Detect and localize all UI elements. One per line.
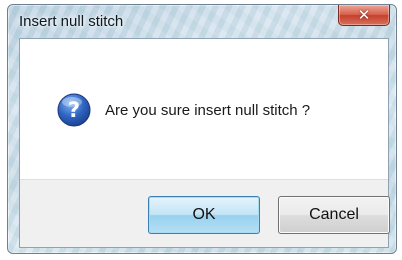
dialog-window: Insert null stitch ✕ ? Are you sure inse… xyxy=(7,4,397,254)
button-bar: OK Cancel xyxy=(20,179,390,247)
window-title: Insert null stitch xyxy=(19,13,124,30)
dialog-client-area: ? Are you sure insert null stitch ? OK C… xyxy=(19,38,390,248)
message-area: ? Are you sure insert null stitch ? xyxy=(20,39,388,179)
ok-button[interactable]: OK xyxy=(148,196,260,234)
question-icon: ? xyxy=(57,93,91,127)
close-icon: ✕ xyxy=(357,5,371,24)
title-bar[interactable]: Insert null stitch ✕ xyxy=(8,5,396,37)
close-button[interactable]: ✕ xyxy=(338,5,390,26)
svg-text:?: ? xyxy=(68,98,80,122)
cancel-button[interactable]: Cancel xyxy=(278,196,390,234)
message-text: Are you sure insert null stitch ? xyxy=(105,102,311,119)
